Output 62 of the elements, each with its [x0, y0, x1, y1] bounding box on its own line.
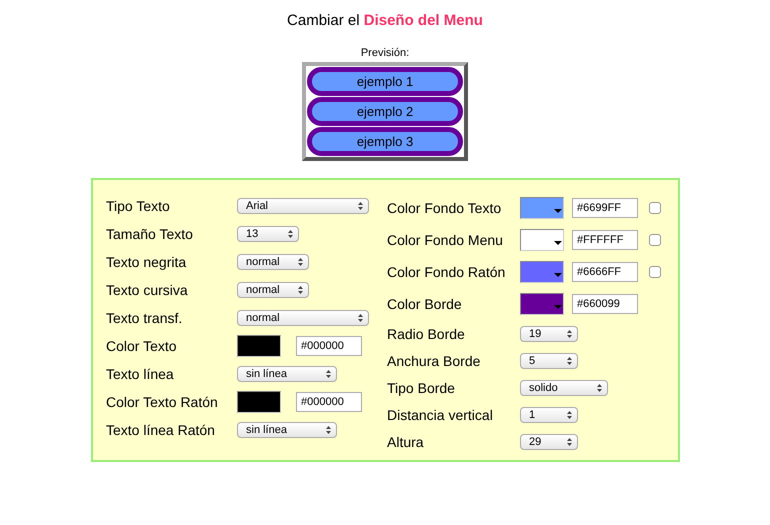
updown-arrows-icon: [358, 202, 363, 210]
field-label: Color Fondo Texto: [387, 200, 502, 216]
field-label: Color Texto Ratón: [106, 394, 219, 410]
hex-field[interactable]: #6699FF: [572, 198, 638, 218]
menu-item[interactable]: ejemplo 1: [307, 67, 463, 96]
color-picker[interactable]: [237, 391, 281, 413]
dropdown[interactable]: 1: [520, 406, 578, 422]
field-label: Texto negrita: [106, 254, 188, 270]
hex-field[interactable]: #000000: [296, 336, 362, 356]
updown-arrows-icon: [326, 426, 331, 434]
hex-field[interactable]: #000000: [296, 392, 362, 412]
field-label: Distancia vertical: [387, 406, 494, 422]
dropdown[interactable]: solido: [520, 380, 608, 396]
hex-field[interactable]: #660099: [572, 294, 638, 314]
checkbox[interactable]: [649, 202, 661, 214]
field-label: Color Texto: [106, 338, 178, 354]
menu-item[interactable]: ejemplo 2: [307, 97, 463, 126]
field-label: Tipo Borde: [387, 380, 456, 396]
color-picker[interactable]: [520, 293, 564, 315]
field-label: Color Fondo Menu: [387, 232, 504, 248]
dropdown[interactable]: normal: [237, 310, 369, 326]
updown-arrows-icon: [358, 314, 363, 322]
field-label: Texto cursiva: [106, 282, 189, 298]
dropdown[interactable]: sin línea: [237, 422, 337, 438]
color-picker[interactable]: [237, 335, 281, 357]
updown-arrows-icon: [288, 230, 293, 238]
checkbox[interactable]: [649, 234, 661, 246]
field-label: Color Fondo Ratón: [387, 264, 506, 280]
updown-arrows-icon: [567, 356, 572, 364]
page-title: Cambiar el Diseño del Menu: [286, 11, 484, 31]
dropdown[interactable]: normal: [237, 254, 309, 270]
dropdown[interactable]: 29: [520, 434, 578, 450]
field-label: Anchura Borde: [387, 352, 482, 368]
updown-arrows-icon: [298, 286, 303, 294]
checkbox[interactable]: [649, 266, 661, 278]
updown-arrows-icon: [567, 330, 572, 338]
dropdown[interactable]: Arial: [237, 198, 369, 214]
updown-arrows-icon: [298, 258, 303, 266]
updown-arrows-icon: [597, 384, 602, 392]
field-label: Texto línea: [106, 366, 175, 382]
preview-label: Previsión:: [360, 47, 410, 59]
dropdown[interactable]: sin línea: [237, 366, 337, 382]
dropdown[interactable]: normal: [237, 282, 309, 298]
field-label: Altura: [387, 434, 425, 450]
color-picker[interactable]: [520, 229, 564, 251]
dropdown[interactable]: 13: [237, 226, 299, 242]
updown-arrows-icon: [567, 410, 572, 418]
dropdown[interactable]: 19: [520, 326, 578, 342]
field-label: Tamaño Texto: [106, 226, 194, 242]
hex-field[interactable]: #FFFFFF: [572, 230, 638, 250]
updown-arrows-icon: [567, 438, 572, 446]
field-label: Color Borde: [387, 296, 463, 312]
field-label: Tipo Texto: [106, 198, 171, 214]
color-picker[interactable]: [520, 261, 564, 283]
field-label: Radio Borde: [387, 326, 466, 342]
menu-item[interactable]: ejemplo 3: [307, 127, 463, 156]
hex-field[interactable]: #6666FF: [572, 262, 638, 282]
field-label: Texto transf.: [106, 310, 184, 326]
color-picker[interactable]: [520, 197, 564, 219]
field-label: Texto línea Ratón: [106, 422, 216, 438]
updown-arrows-icon: [326, 370, 331, 378]
dropdown[interactable]: 5: [520, 352, 578, 368]
